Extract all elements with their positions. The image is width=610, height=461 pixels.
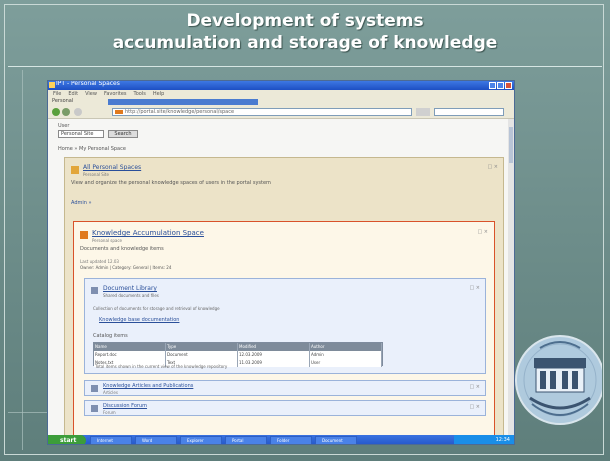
list-item-link[interactable]: Discussion Forum [103, 403, 147, 409]
browser-titlebar: IPT - Personal Spaces [48, 81, 514, 90]
embedded-screenshot: IPT - Personal Spaces File Edit View Fav… [47, 80, 515, 445]
table-footer: Total items shown in the current view of… [95, 364, 228, 369]
field-label: User [58, 123, 70, 129]
table-row[interactable]: Report.doc Document 12.03.2009 Admin [94, 351, 382, 359]
windows-taskbar: start Internet Word Explorer Portal Fold… [48, 435, 514, 444]
list-item-subtitle: Articles [103, 390, 118, 395]
tab-strip: Personal [48, 98, 514, 106]
go-button[interactable] [416, 108, 430, 116]
refresh-icon[interactable] [74, 108, 82, 116]
table-header: Name Type Modified Author [94, 343, 382, 351]
clock: 12:34 [495, 437, 510, 443]
column-header[interactable]: Modified [238, 343, 310, 351]
slide-title: Development of systems accumulation and … [0, 10, 610, 54]
library-controls[interactable]: □ × [469, 285, 480, 291]
panel-controls[interactable]: □ × [487, 164, 498, 170]
table-cell: 12.03.2009 [238, 351, 310, 359]
folder-icon [71, 166, 79, 174]
slide-title-line1: Development of systems [186, 11, 424, 31]
page-content: User Personal Site Search Home » My Pers… [48, 119, 508, 435]
minimize-button[interactable] [489, 82, 496, 89]
tab-label[interactable]: Personal [52, 98, 73, 104]
list-item-subtitle: Forum [103, 410, 116, 415]
menu-favorites[interactable]: Favorites [104, 91, 127, 97]
list-item: Knowledge Articles and Publications Arti… [84, 380, 486, 396]
slide-title-line2: accumulation and storage of knowledge [112, 33, 498, 53]
knowledge-space-panel: Knowledge Accumulation Space Personal sp… [73, 221, 495, 435]
space-controls[interactable]: □ × [477, 229, 488, 235]
menu-tools[interactable]: Tools [134, 91, 146, 97]
slide-background: Development of systems accumulation and … [0, 0, 610, 461]
table-cell: Admin [310, 351, 382, 359]
ie-icon [49, 82, 55, 88]
article-icon [91, 385, 98, 392]
address-value: http://portal.site/knowledge/personal/sp… [125, 109, 235, 115]
document-icon [91, 287, 98, 294]
space-icon [80, 231, 88, 239]
start-label: start [60, 437, 77, 444]
library-subtitle: Shared documents and files [103, 293, 159, 298]
forward-icon[interactable] [62, 108, 70, 116]
browser-title: IPT - Personal Spaces [56, 80, 120, 87]
column-header[interactable]: Name [94, 343, 166, 351]
table-cell: Document [166, 351, 238, 359]
progress-bar [108, 99, 258, 105]
library-description: Collection of documents for storage and … [93, 306, 220, 311]
taskbar-item[interactable]: Document [315, 436, 357, 444]
address-toolbar: http://portal.site/knowledge/personal/sp… [48, 106, 514, 119]
space-title-link[interactable]: Knowledge Accumulation Space [92, 229, 204, 237]
panel-description: View and organize the personal knowledge… [71, 180, 271, 186]
list-item: Discussion Forum Forum □ × [84, 400, 486, 416]
taskbar-item[interactable]: Folder [270, 436, 312, 444]
title-divider [8, 66, 602, 67]
taskbar-item[interactable]: Portal [225, 436, 267, 444]
search-button[interactable]: Search [108, 130, 138, 138]
personal-spaces-panel: All Personal Spaces Personal Site □ × Vi… [64, 157, 504, 435]
address-input[interactable]: http://portal.site/knowledge/personal/sp… [112, 108, 412, 116]
start-button[interactable]: start [48, 435, 86, 444]
scrollbar-thumb[interactable] [509, 127, 513, 163]
panel-title-link[interactable]: All Personal Spaces [83, 164, 141, 171]
panel-subtitle: Personal Site [83, 172, 109, 177]
table-cell: 11.03.2009 [238, 359, 310, 367]
column-header[interactable]: Type [166, 343, 238, 351]
university-emblem-icon [515, 335, 602, 425]
taskbar-item[interactable]: Explorer [180, 436, 222, 444]
space-subtitle: Personal space [92, 238, 123, 243]
back-icon[interactable] [52, 108, 60, 116]
table-cell: Report.doc [94, 351, 166, 359]
taskbar-item[interactable]: Word [135, 436, 177, 444]
space-meta: Last updated 12.03 [80, 259, 119, 264]
column-header[interactable]: Author [310, 343, 382, 351]
list-item-controls[interactable]: □ × [469, 384, 480, 390]
page-icon [115, 110, 123, 114]
user-field[interactable]: Personal Site [58, 130, 104, 138]
taskbar-tasks: Internet Word Explorer Portal Folder Doc… [90, 436, 357, 444]
menu-file[interactable]: File [53, 91, 61, 97]
maximize-button[interactable] [497, 82, 504, 89]
menu-help[interactable]: Help [153, 91, 164, 97]
items-table: Name Type Modified Author Report.doc Doc… [93, 342, 383, 367]
library-bullet-link[interactable]: Knowledge base documentation [99, 317, 179, 323]
space-meta-details: Owner: Admin | Category: General | Items… [80, 265, 172, 270]
window-controls [489, 82, 512, 89]
decorative-line [22, 70, 23, 450]
system-tray: 12:34 [454, 435, 514, 444]
menu-edit[interactable]: Edit [68, 91, 78, 97]
admin-link[interactable]: Admin » [71, 200, 92, 206]
document-library-card: Document Library Shared documents and fi… [84, 278, 486, 374]
menu-bar: File Edit View Favorites Tools Help [48, 90, 514, 98]
table-cell: User [310, 359, 382, 367]
forum-icon [91, 405, 98, 412]
search-input[interactable] [434, 108, 504, 116]
list-item-link[interactable]: Knowledge Articles and Publications [103, 383, 193, 389]
list-item-controls[interactable]: □ × [469, 404, 480, 410]
taskbar-item[interactable]: Internet [90, 436, 132, 444]
library-title-link[interactable]: Document Library [103, 285, 157, 292]
section-heading: Catalog items [93, 333, 128, 339]
close-button[interactable] [505, 82, 512, 89]
menu-view[interactable]: View [85, 91, 97, 97]
space-description: Documents and knowledge items [80, 246, 164, 252]
breadcrumb[interactable]: Home » My Personal Space [58, 146, 126, 152]
